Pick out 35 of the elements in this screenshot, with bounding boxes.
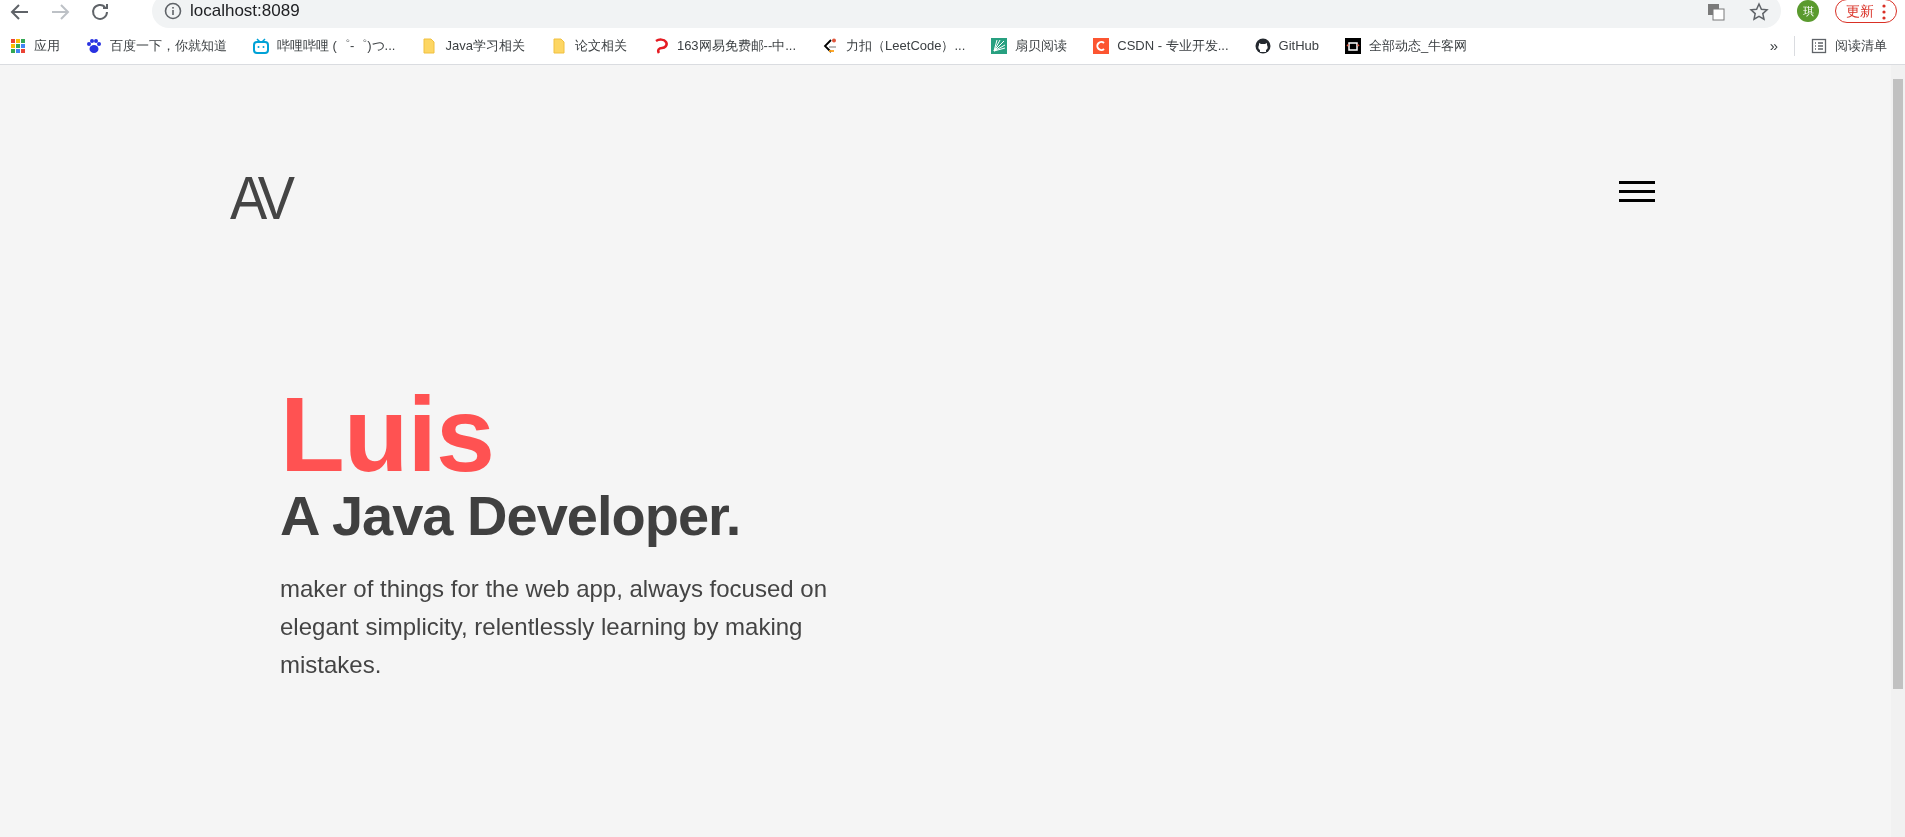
bookmark[interactable]: 扇贝阅读	[991, 36, 1068, 56]
address-text: localhost:8089	[190, 0, 300, 23]
bookmark[interactable]: 全部动态_牛客网	[1345, 36, 1468, 56]
apps-grid-icon	[10, 38, 26, 54]
octocat-icon	[1254, 38, 1271, 54]
folder-icon	[550, 38, 567, 54]
tv-icon	[253, 38, 269, 54]
bookmark[interactable]: 163网易免费邮--中...	[652, 36, 797, 56]
c-letter-icon	[1093, 38, 1110, 54]
code-icon	[822, 38, 839, 54]
bookmark[interactable]: 哔哩哔哩 (゜-゜)つ...	[253, 36, 396, 56]
list-icon	[1811, 38, 1827, 54]
scrollbar[interactable]	[1891, 65, 1905, 837]
tv-icon	[1345, 38, 1361, 54]
hero-intro: maker of things for the web app, always focused on elegant simplicity, relentlessly learning by making mistakes.	[280, 573, 828, 680]
reading-list-button[interactable]: 阅读清单	[1794, 36, 1887, 56]
bookmark[interactable]: 论文相关	[550, 36, 627, 56]
menu-icon[interactable]	[1619, 181, 1655, 203]
site-logo[interactable]: AV	[230, 167, 290, 229]
hero-headline: A Java Developer.	[280, 487, 742, 546]
hero-name: Luis	[280, 381, 495, 487]
more-icon	[1882, 4, 1886, 21]
address-bar[interactable]: localhost:8089	[152, 0, 1781, 28]
update-button[interactable]: 更新	[1835, 0, 1897, 24]
bookmark[interactable]: CSDN - 专业开发...	[1093, 36, 1229, 56]
more-bookmarks-button[interactable]: »	[1769, 34, 1778, 58]
bookmark[interactable]: 百度一下，你就知道	[86, 36, 227, 56]
paw-icon	[86, 38, 102, 54]
folder-icon	[421, 38, 438, 54]
info-icon	[164, 2, 182, 20]
bookmark[interactable]: 应用	[10, 36, 60, 56]
bookmark[interactable]: GitHub	[1254, 36, 1319, 56]
bookmark[interactable]: Java学习相关	[421, 36, 525, 56]
fan-icon	[991, 38, 1008, 54]
bookmark[interactable]: 力扣（LeetCode）...	[822, 36, 966, 56]
